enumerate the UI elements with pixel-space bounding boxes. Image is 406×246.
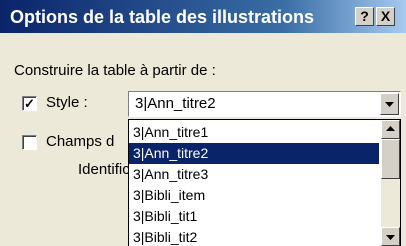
build-table-from-label: Construire la table à partir de :: [14, 62, 216, 79]
style-checkbox[interactable]: ✓: [22, 96, 37, 111]
list-item[interactable]: 3|Bibli_item: [129, 185, 379, 206]
list-item[interactable]: 3|Ann_titre3: [129, 164, 379, 185]
style-combobox-value: 3|Ann_titre2: [135, 95, 216, 112]
chevron-down-icon: [386, 235, 395, 240]
dropdown-scrollbar[interactable]: [381, 120, 400, 246]
list-item[interactable]: 3|Bibli_tit1: [129, 206, 379, 227]
chevron-up-icon: [386, 126, 395, 131]
table-of-figures-options-dialog: Options de la table des illustrations ? …: [0, 0, 406, 246]
close-icon: X: [380, 8, 391, 24]
fields-checkbox[interactable]: [22, 135, 37, 150]
style-label: Style :: [46, 94, 88, 111]
list-item[interactable]: 3|Ann_titre1: [129, 122, 379, 143]
scroll-down-button[interactable]: [381, 227, 400, 246]
fields-label: Champs d: [46, 133, 115, 150]
chevron-down-icon: [385, 102, 394, 107]
close-button[interactable]: X: [376, 7, 395, 26]
title-bar[interactable]: Options de la table des illustrations ? …: [0, 0, 406, 33]
check-mark-icon: ✓: [24, 96, 35, 111]
window-title: Options de la table des illustrations: [10, 7, 315, 27]
scroll-up-button[interactable]: [381, 120, 400, 139]
style-list: 3|Ann_titre1 3|Ann_titre2 3|Ann_titre3 3…: [129, 122, 379, 246]
style-combobox[interactable]: 3|Ann_titre2: [128, 91, 401, 117]
list-item[interactable]: 3|Bibli_tit2: [129, 227, 379, 246]
list-item-selected[interactable]: 3|Ann_titre2: [129, 143, 379, 164]
help-button[interactable]: ?: [355, 7, 374, 26]
help-icon: ?: [360, 8, 369, 24]
style-dropdown-list[interactable]: 3|Ann_titre1 3|Ann_titre2 3|Ann_titre3 3…: [128, 119, 401, 246]
style-dropdown-button[interactable]: [380, 93, 399, 115]
scroll-thumb[interactable]: [381, 139, 400, 179]
